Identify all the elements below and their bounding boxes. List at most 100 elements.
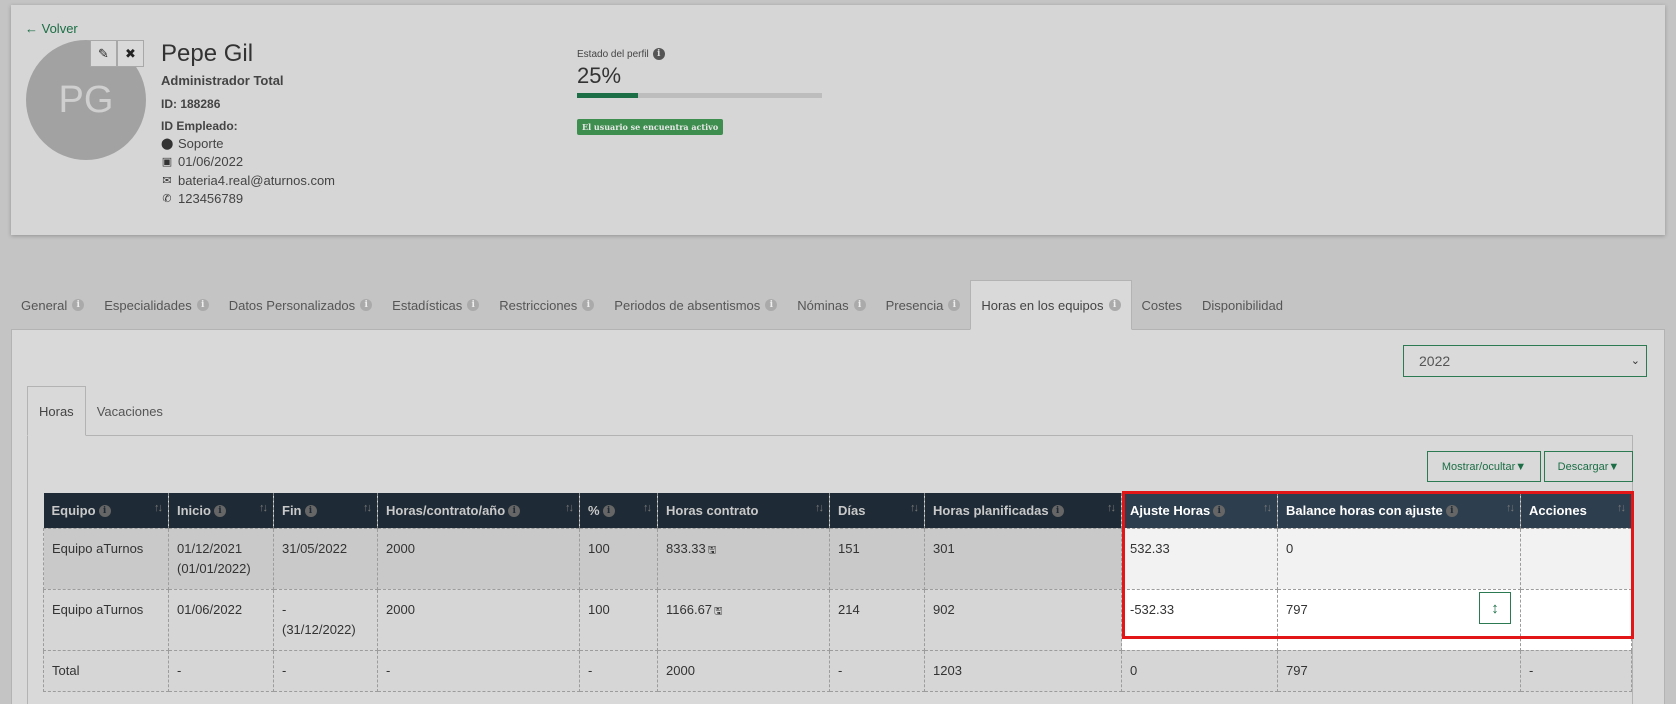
tab-4[interactable]: Restricciones i <box>489 281 604 329</box>
tab-2[interactable]: Datos Personalizados i <box>219 281 382 329</box>
column-header[interactable]: Acciones ↑↓ <box>1520 493 1632 528</box>
column-header-label: Acciones <box>1529 502 1587 518</box>
column-header[interactable]: Equipo i ↑↓ <box>43 493 169 528</box>
total-cell-horas-planificadas: 1203 <box>924 649 1122 692</box>
sort-icon[interactable]: ↑↓ <box>1617 502 1626 514</box>
column-header[interactable]: Horas/contrato/año i ↑↓ <box>377 493 580 528</box>
info-icon[interactable]: i <box>765 299 778 311</box>
avatar-tools: ✎ ✖ <box>90 40 144 67</box>
info-icon[interactable]: i <box>1445 505 1458 518</box>
envelope-icon: ✉ <box>162 175 172 187</box>
info-icon[interactable]: i <box>72 299 85 311</box>
tab-5[interactable]: Periodos de absentismos i <box>604 281 787 329</box>
sort-icon[interactable]: ↑↓ <box>565 502 574 514</box>
info-icon[interactable]: i <box>948 299 961 311</box>
column-header-label: Días <box>838 502 866 518</box>
back-label[interactable]: Volver <box>42 21 78 36</box>
sort-icon[interactable]: ↑↓ <box>154 502 163 514</box>
table-cell-horas-contrato: 833.33 🖫 <box>657 527 830 590</box>
tab-0[interactable]: General i <box>11 281 94 329</box>
info-icon[interactable]: i <box>508 505 521 518</box>
cell-value-secondary: (31/12/2022) <box>282 621 356 637</box>
info-icon[interactable]: i <box>853 299 866 311</box>
table-row: Equipo aTurnos 01/06/2022 - (31/12/2022) 200… <box>43 588 1632 651</box>
year-select[interactable]: 2022 ⌄ <box>1403 345 1647 377</box>
tab-label: Disponibilidad <box>1202 297 1283 313</box>
tab-8[interactable]: Horas en los equipos i <box>970 280 1132 330</box>
tab-label: Estadísticas <box>392 297 463 313</box>
download-button[interactable]: Descargar▼ <box>1544 451 1633 482</box>
tab-label: General <box>21 297 68 313</box>
column-header-label: Horas/contrato/año <box>386 502 506 518</box>
sort-icon[interactable]: ↑↓ <box>259 502 268 514</box>
column-header[interactable]: Inicio i ↑↓ <box>168 493 274 528</box>
show-hide-button[interactable]: Mostrar/ocultar▼ <box>1427 451 1541 482</box>
table-cell-horas-planificadas: 902 <box>924 588 1122 651</box>
tab-6[interactable]: Nóminas i <box>787 281 875 329</box>
info-icon[interactable]: i <box>1213 505 1226 518</box>
user-id: ID: 188286 <box>161 97 221 111</box>
sort-icon[interactable]: ↑↓ <box>815 502 824 514</box>
tab-1[interactable]: Especialidades i <box>94 281 218 329</box>
info-icon[interactable]: i <box>582 299 595 311</box>
info-icon[interactable]: i <box>467 299 480 311</box>
sort-icon[interactable]: ↑↓ <box>643 502 652 514</box>
cell-value: 532.33 <box>1130 540 1170 556</box>
subtab-1[interactable]: Vacaciones <box>86 387 174 435</box>
info-icon[interactable]: i <box>98 505 111 518</box>
column-header[interactable]: Fin i ↑↓ <box>273 493 378 528</box>
table-cell-ajuste: 532.33 <box>1121 527 1278 590</box>
table-cell-acciones <box>1520 588 1632 651</box>
table-cell-fin: 31/05/2022 <box>273 527 378 590</box>
column-header[interactable]: Ajuste Horas i ↑↓ <box>1121 493 1278 528</box>
table-cell-horas-contrato: 1166.67 🖫 <box>657 588 830 651</box>
info-icon[interactable]: i <box>304 505 317 518</box>
column-header[interactable]: Balance horas con ajuste i ↑↓ <box>1277 493 1521 528</box>
info-icon[interactable]: i <box>652 48 665 60</box>
column-header[interactable]: Horas contrato ↑↓ <box>657 493 830 528</box>
expand-button[interactable]: ↕ <box>1479 592 1511 624</box>
user-role: Administrador Total <box>161 73 284 88</box>
table-cell-dias: 214 <box>829 588 925 651</box>
info-icon[interactable]: i <box>1108 299 1121 311</box>
pencil-icon: ✎ <box>98 45 109 61</box>
hours-table: Equipo i ↑↓ Inicio i ↑↓ Fin i ↑↓ Horas/contrato/a… <box>43 493 1632 692</box>
info-icon[interactable]: i <box>1051 505 1064 518</box>
save-icon[interactable]: 🖫 <box>708 541 717 561</box>
info-icon[interactable]: i <box>602 505 615 518</box>
table-cell-horas-planificadas: 301 <box>924 527 1122 590</box>
save-icon[interactable]: 🖫 <box>714 602 723 622</box>
cell-value: 2000 <box>386 540 415 556</box>
main-tabs: General i Especialidades i Datos Personaliza… <box>11 280 1665 330</box>
column-header[interactable]: Horas planificadas i ↑↓ <box>924 493 1122 528</box>
info-icon[interactable]: i <box>213 505 226 518</box>
column-header-label: Horas contrato <box>666 502 759 518</box>
tab-label: Horas en los equipos <box>981 297 1104 313</box>
year-select-value: 2022 <box>1419 353 1451 369</box>
subtab-0[interactable]: Horas <box>27 386 86 436</box>
cell-value: 2000 <box>386 601 415 617</box>
sort-icon[interactable]: ↑↓ <box>1506 502 1515 514</box>
sort-icon[interactable]: ↑↓ <box>363 502 372 514</box>
tab-3[interactable]: Estadísticas i <box>382 281 489 329</box>
sort-icon[interactable]: ↑↓ <box>1107 502 1116 514</box>
total-cell-balance: 797 <box>1277 649 1521 692</box>
column-header-label: % <box>588 502 600 518</box>
column-header[interactable]: % i ↑↓ <box>579 493 658 528</box>
cell-value: 214 <box>838 601 860 617</box>
sort-icon[interactable]: ↑↓ <box>910 502 919 514</box>
table-total-row: Total - - - -2000-1203 0 797- <box>43 649 1632 692</box>
cell-value: 833.33 <box>666 540 706 556</box>
tab-7[interactable]: Presencia i <box>876 281 971 329</box>
delete-button[interactable]: ✖ <box>117 40 144 67</box>
column-header[interactable]: Días ↑↓ <box>829 493 925 528</box>
sort-icon[interactable]: ↑↓ <box>1263 502 1272 514</box>
profile-progress-bar <box>577 93 822 98</box>
column-header-label: Balance horas con ajuste <box>1286 502 1443 518</box>
info-icon[interactable]: i <box>196 299 209 311</box>
tab-9[interactable]: Costes <box>1132 281 1192 329</box>
info-icon[interactable]: i <box>360 299 373 311</box>
edit-button[interactable]: ✎ <box>90 40 117 67</box>
back-link[interactable]: ← Volver <box>25 21 78 36</box>
tab-10[interactable]: Disponibilidad <box>1192 281 1293 329</box>
